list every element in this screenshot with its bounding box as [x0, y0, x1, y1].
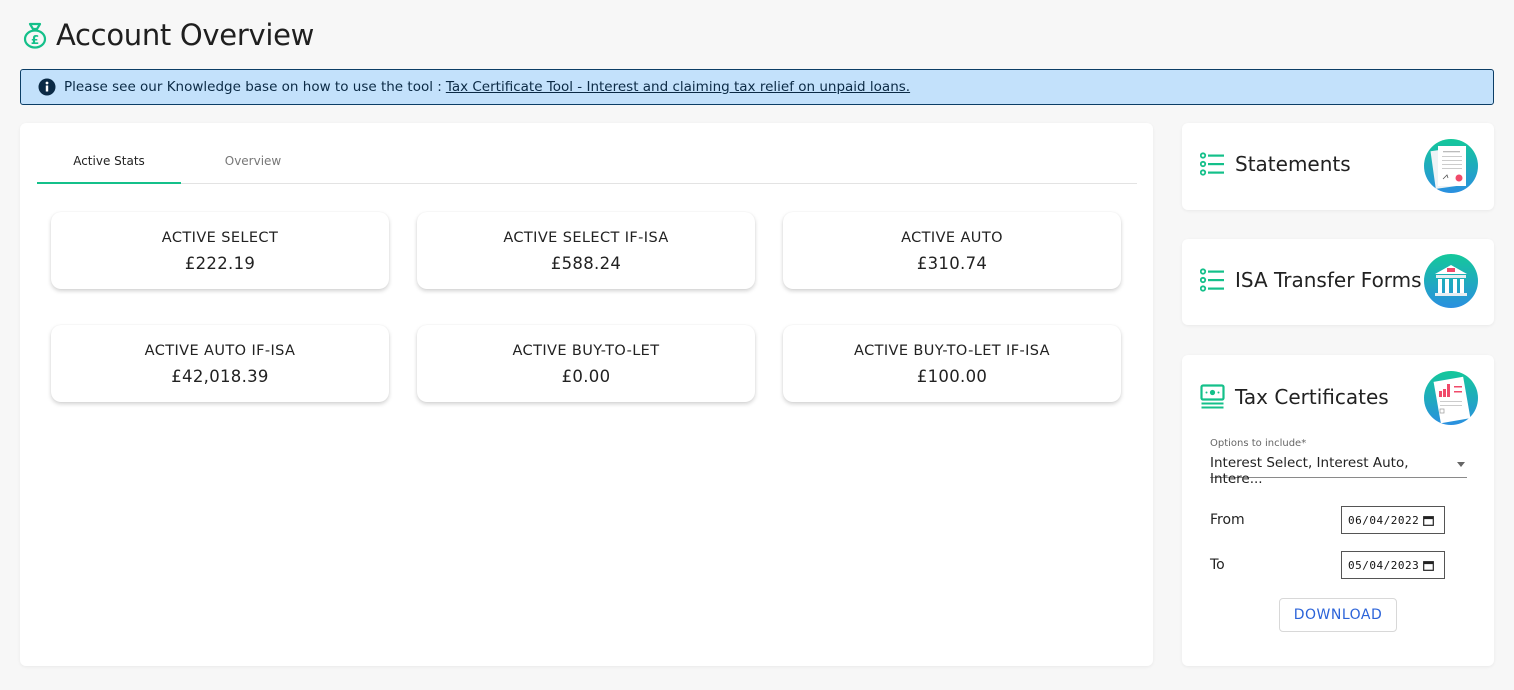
stat-label: ACTIVE SELECT IF-ISA — [503, 230, 669, 246]
options-select-label: Options to include* — [1210, 438, 1307, 449]
stat-card-active-auto: ACTIVE AUTO £310.74 — [783, 212, 1121, 289]
info-circle-icon — [38, 78, 56, 96]
calendar-icon[interactable] — [1423, 560, 1435, 571]
banner-text: Please see our Knowledge base on how to … — [64, 79, 442, 95]
stat-label: ACTIVE AUTO IF-ISA — [144, 343, 296, 359]
stat-value: £588.24 — [550, 254, 622, 273]
list-icon — [1200, 152, 1224, 176]
to-date-row: To 05/04/2023 — [1210, 551, 1445, 579]
statements-title: Statements — [1235, 152, 1351, 176]
tax-certificates-card: Tax Certificates Options to include* Int… — [1182, 355, 1494, 666]
isa-transfer-forms-card[interactable]: ISA Transfer Forms — [1182, 239, 1494, 325]
active-stats-panel: Active Stats Overview ACTIVE SELECT £222… — [20, 123, 1153, 666]
documents-illustration — [1424, 139, 1478, 193]
options-to-include-select[interactable]: Interest Select, Interest Auto, Intere..… — [1210, 455, 1467, 487]
stat-value: £42,018.39 — [171, 367, 269, 386]
svg-text:£: £ — [31, 33, 39, 47]
from-label: From — [1210, 512, 1245, 528]
to-label: To — [1210, 557, 1225, 573]
stat-value: £0.00 — [561, 367, 611, 386]
info-banner: Please see our Knowledge base on how to … — [20, 69, 1494, 105]
tab-active-stats[interactable]: Active Stats — [37, 145, 181, 184]
banknote-icon — [1200, 384, 1225, 409]
knowledge-base-link[interactable]: Tax Certificate Tool - Interest and clai… — [446, 79, 910, 95]
download-button[interactable]: DOWNLOAD — [1279, 598, 1397, 632]
dropdown-arrow-icon — [1457, 462, 1465, 467]
page-title: Account Overview — [56, 18, 315, 52]
to-date-input[interactable]: 05/04/2023 — [1341, 551, 1445, 579]
stat-card-active-auto-if-isa: ACTIVE AUTO IF-ISA £42,018.39 — [51, 325, 389, 402]
from-date-input[interactable]: 06/04/2022 — [1341, 506, 1445, 534]
from-date-value: 06/04/2022 — [1348, 513, 1420, 527]
list-icon — [1200, 268, 1224, 292]
stat-value: £310.74 — [916, 254, 988, 273]
stat-card-active-buy-to-let-if-isa: ACTIVE BUY-TO-LET IF-ISA £100.00 — [783, 325, 1121, 402]
stat-value: £100.00 — [916, 367, 988, 386]
from-date-row: From 06/04/2022 — [1210, 506, 1445, 534]
stat-label: ACTIVE BUY-TO-LET IF-ISA — [854, 343, 1050, 359]
tab-bar: Active Stats Overview — [37, 145, 1137, 184]
stat-card-active-select-if-isa: ACTIVE SELECT IF-ISA £588.24 — [417, 212, 755, 289]
stat-card-active-buy-to-let: ACTIVE BUY-TO-LET £0.00 — [417, 325, 755, 402]
report-chart-illustration — [1424, 371, 1478, 425]
statements-card[interactable]: Statements — [1182, 123, 1494, 210]
tax-certificates-title: Tax Certificates — [1235, 384, 1389, 409]
page-header: £ Account Overview — [22, 18, 314, 52]
stat-label: ACTIVE SELECT — [161, 230, 279, 246]
to-date-value: 05/04/2023 — [1348, 558, 1420, 572]
stat-card-active-select: ACTIVE SELECT £222.19 — [51, 212, 389, 289]
isa-transfer-forms-title: ISA Transfer Forms — [1235, 268, 1422, 292]
bank-building-illustration — [1424, 254, 1478, 308]
stat-label: ACTIVE BUY-TO-LET — [512, 343, 660, 359]
stat-grid: ACTIVE SELECT £222.19 ACTIVE SELECT IF-I… — [51, 212, 1121, 402]
options-select-value: Interest Select, Interest Auto, Intere..… — [1210, 455, 1409, 487]
tab-overview[interactable]: Overview — [181, 145, 325, 183]
stat-label: ACTIVE AUTO — [901, 230, 1003, 246]
stat-value: £222.19 — [184, 254, 256, 273]
calendar-icon[interactable] — [1423, 515, 1435, 526]
money-bag-pound-icon: £ — [23, 22, 47, 49]
